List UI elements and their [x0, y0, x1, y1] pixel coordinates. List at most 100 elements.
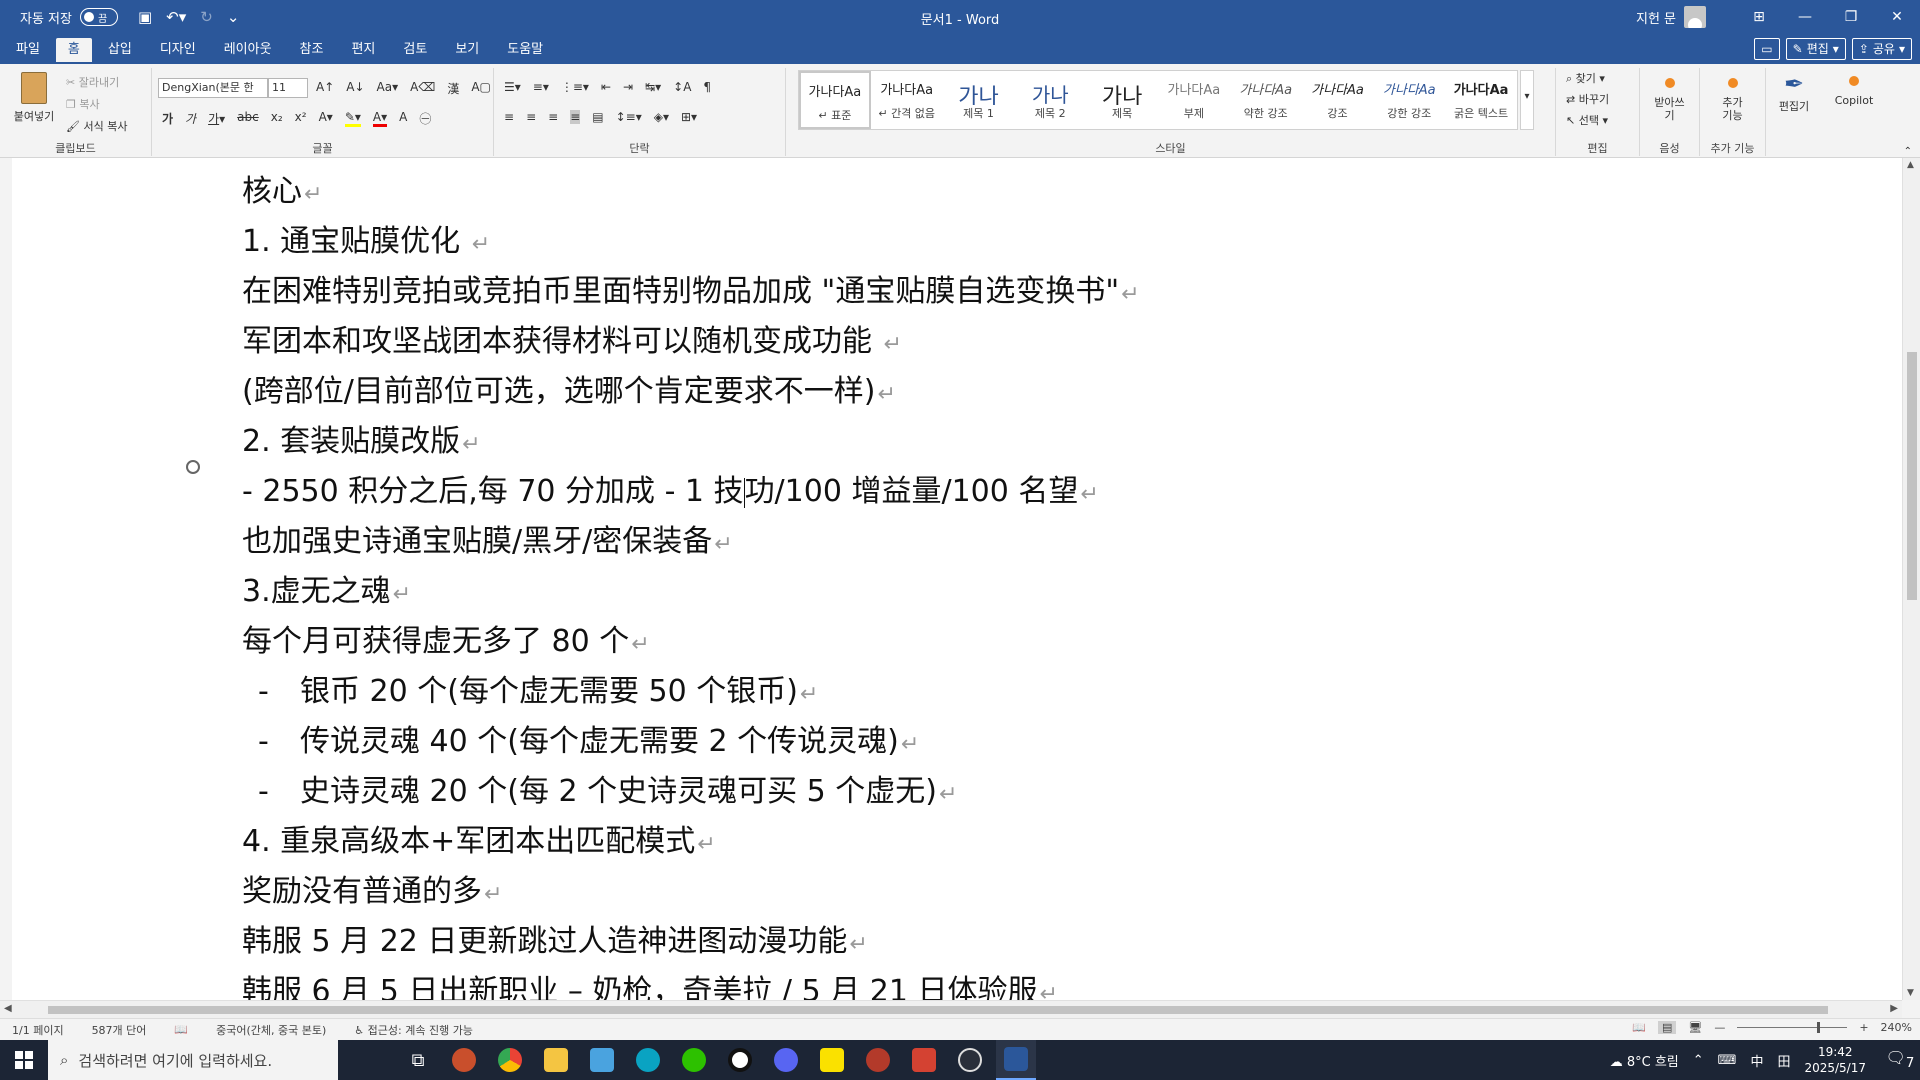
font-color-icon[interactable]: A▾ [372, 110, 388, 127]
show-marks-icon[interactable]: ¶ [703, 80, 711, 94]
scroll-up-icon[interactable]: ▲ [1907, 160, 1914, 170]
autosave-control[interactable]: 자동 저장 끔 [20, 8, 118, 27]
doc-line[interactable]: 韩服 6 月 5 日出新职业 – 奶枪，奇美拉 / 5 月 21 日体验服↵ [242, 966, 1058, 1000]
strikethrough-icon[interactable]: abc [237, 110, 259, 127]
tab-layout[interactable]: 레이아웃 [212, 38, 284, 64]
tab-home[interactable]: 홈 [55, 38, 92, 64]
doc-line[interactable]: 核心↵ [242, 166, 322, 210]
read-mode-icon[interactable]: 📖 [1632, 1021, 1646, 1034]
tab-mailings[interactable]: 편지 [339, 38, 387, 64]
dictate-button[interactable]: 받아쓰기 [1640, 78, 1699, 122]
doc-line[interactable]: - 2550 积分之后,每 70 分加成 - 1 技功/100 增益量/100 … [242, 466, 1099, 510]
zoom-out-icon[interactable]: — [1714, 1021, 1725, 1034]
tab-file[interactable]: 파일 [4, 38, 52, 64]
zoom-slider-thumb[interactable] [1817, 1022, 1821, 1033]
style-no-spacing[interactable]: 가나다Aa ↵ 간격 없음 [871, 71, 943, 129]
undo-icon[interactable]: ↶▾ [166, 8, 186, 26]
doc-line[interactable]: 1. 通宝贴膜优化 ↵ [242, 216, 490, 260]
subscript-icon[interactable]: x₂ [271, 110, 283, 127]
app-icon-1[interactable] [444, 1040, 484, 1080]
zoom-slider[interactable] [1737, 1022, 1848, 1033]
ime-indicator[interactable]: 中 [1750, 1051, 1763, 1070]
style-title[interactable]: 가나 제목 [1086, 71, 1158, 129]
doc-line[interactable]: (跨部位/目前部位可选，选哪个肯定要求不一样)↵ [242, 366, 896, 410]
scroll-left-icon[interactable]: ◀ [4, 1003, 12, 1014]
task-view-icon[interactable]: ⧉ [398, 1040, 438, 1080]
superscript-icon[interactable]: x² [295, 110, 307, 127]
addins-button[interactable]: 추가 기능 [1700, 78, 1765, 122]
style-subtle-emphasis[interactable]: 가나다Aa 약한 강조 [1230, 71, 1302, 129]
align-center-icon[interactable]: ≡ [526, 110, 536, 124]
style-heading-2[interactable]: 가나 제목 2 [1014, 71, 1086, 129]
discord-icon[interactable] [766, 1040, 806, 1080]
scroll-down-icon[interactable]: ▼ [1907, 988, 1914, 998]
ime-mode-icon[interactable]: 田 [1777, 1051, 1790, 1070]
tab-insert[interactable]: 삽입 [96, 38, 144, 64]
customize-qat-icon[interactable]: ⌄ [227, 8, 240, 26]
print-layout-icon[interactable]: ▤ [1657, 1021, 1677, 1034]
tray-chevron-icon[interactable]: ⌃ [1693, 1053, 1704, 1068]
copy-button[interactable]: ❐ 복사 [66, 94, 127, 116]
page-count[interactable]: 1/1 페이지 [12, 1022, 64, 1038]
text-effects-icon[interactable]: A▾ [319, 110, 333, 127]
tab-view[interactable]: 보기 [443, 38, 491, 64]
notes-app-icon[interactable] [582, 1040, 622, 1080]
doc-line[interactable]: 在困难特别竞拍或竞拍币里面特别物品加成 "通宝贴膜自选变换书"↵ [242, 266, 1140, 310]
style-heading-1[interactable]: 가나 제목 1 [943, 71, 1015, 129]
paste-button[interactable]: 붙여넣기 [8, 72, 60, 124]
share-button[interactable]: ⇪ 공유 ▾ [1851, 38, 1912, 60]
shrink-font-icon[interactable]: A↓ [346, 80, 364, 97]
comments-button[interactable]: ▭ [1754, 38, 1780, 60]
tab-help[interactable]: 도움말 [495, 38, 555, 64]
save-icon[interactable]: ▣ [138, 8, 152, 26]
user-name[interactable]: 지헌 문 [1636, 8, 1676, 27]
find-button[interactable]: ⌕ 찾기 ▾ [1566, 68, 1609, 89]
multilevel-list-icon[interactable]: ⋮≡▾ [561, 80, 589, 94]
style-subtitle[interactable]: 가나다Aa 부제 [1158, 71, 1230, 129]
collapse-ribbon-icon[interactable]: ⌃ [1904, 146, 1912, 157]
char-shading-icon[interactable]: A [399, 110, 407, 127]
borders-icon[interactable]: ⊞▾ [681, 110, 697, 124]
horizontal-scroll-thumb[interactable] [48, 1006, 1828, 1014]
doc-line[interactable]: 韩服 5 月 22 日更新跳过人造神进图动漫功能↵ [242, 916, 868, 960]
redo-icon[interactable]: ↻ [200, 8, 213, 26]
editor-button[interactable]: ✒ 편집기 [1772, 70, 1816, 114]
justify-icon[interactable]: ≡ [570, 110, 581, 124]
qq-icon[interactable] [720, 1040, 760, 1080]
doc-line[interactable]: - 银币 20 个(每个虚无需要 50 个银币)↵ [242, 666, 818, 710]
format-painter-button[interactable]: 🖌 서식 복사 [66, 116, 127, 138]
distributed-icon[interactable]: ▤ [592, 110, 603, 124]
file-explorer-icon[interactable] [536, 1040, 576, 1080]
tab-design[interactable]: 디자인 [148, 38, 208, 64]
doc-line[interactable]: - 传说灵魂 40 个(每个虚无需要 2 个传说灵魂)↵ [242, 716, 919, 760]
tab-references[interactable]: 참조 [288, 38, 336, 64]
increase-indent-icon[interactable]: ⇥ [623, 80, 633, 94]
shading-icon[interactable]: ◈▾ [654, 110, 669, 124]
weather-widget[interactable]: ☁ 8°C 흐림 [1610, 1051, 1679, 1070]
doc-line[interactable]: 3.虚无之魂↵ [242, 566, 411, 610]
notification-center[interactable]: 🗨7 [1880, 1048, 1920, 1071]
bullets-icon[interactable]: ☰▾ [504, 80, 521, 94]
autosave-toggle[interactable]: 끔 [79, 8, 118, 26]
italic-icon[interactable]: 가 [185, 110, 196, 127]
select-button[interactable]: ↖ 선택 ▾ [1566, 110, 1609, 131]
change-case-icon[interactable]: Aa▾ [377, 80, 399, 97]
align-left-icon[interactable]: ≡ [504, 110, 514, 124]
close-icon[interactable]: ✕ [1874, 9, 1920, 25]
avatar[interactable] [1684, 6, 1706, 28]
editing-mode-button[interactable]: ✎ 편집 ▾ [1785, 38, 1846, 60]
cut-button[interactable]: ✂ 잘라내기 [66, 72, 127, 94]
zoom-level[interactable]: 240% [1881, 1021, 1912, 1034]
start-button[interactable] [0, 1040, 48, 1080]
wechat-icon[interactable] [674, 1040, 714, 1080]
phonetic-guide-icon[interactable]: 漢 [447, 80, 459, 97]
sort-icon[interactable]: ↕A [673, 80, 691, 94]
enclose-char-icon[interactable]: ㊀ [419, 110, 431, 127]
minimize-icon[interactable]: — [1782, 9, 1828, 25]
underline-icon[interactable]: 가▾ [208, 110, 225, 127]
vertical-scroll-thumb[interactable] [1907, 352, 1917, 600]
grow-font-icon[interactable]: A↑ [316, 80, 334, 97]
accessibility-status[interactable]: ♿ 접근성: 계속 진행 가능 [354, 1022, 473, 1038]
document-canvas[interactable]: 核心↵ 1. 通宝贴膜优化 ↵ 在困难特别竞拍或竞拍币里面特别物品加成 "通宝贴… [12, 158, 1902, 1000]
align-right-icon[interactable]: ≡ [548, 110, 558, 124]
